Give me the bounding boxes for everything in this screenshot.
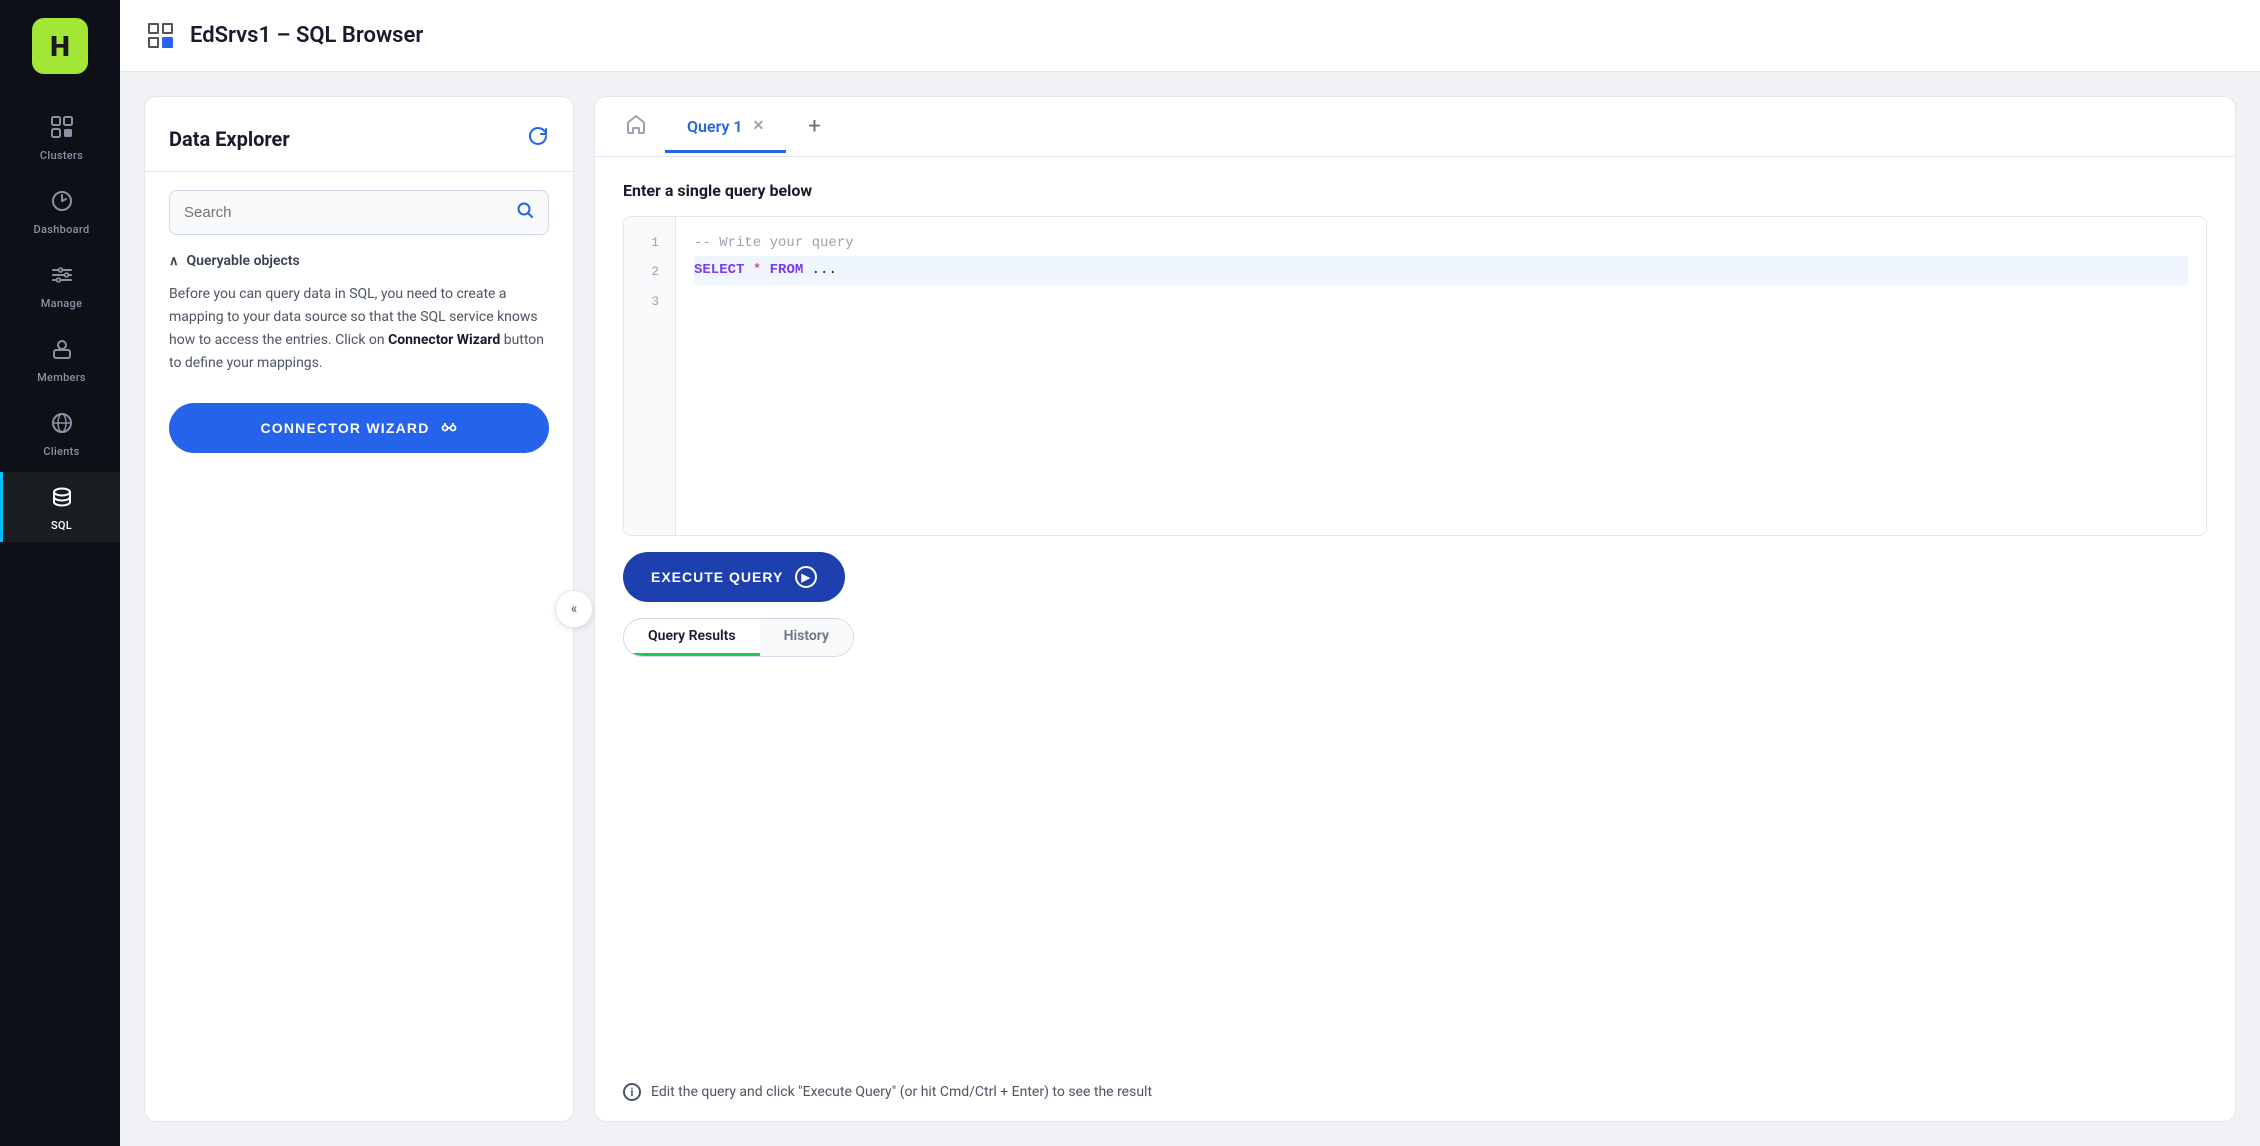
search-input[interactable] bbox=[184, 204, 506, 221]
sidebar-item-clients[interactable]: Clients bbox=[0, 398, 120, 468]
sidebar-item-sql[interactable]: SQL bbox=[0, 472, 120, 542]
sidebar-item-manage[interactable]: Manage bbox=[0, 250, 120, 320]
line-num-1: 1 bbox=[651, 231, 659, 254]
page-title: EdSrvs1 – SQL Browser bbox=[190, 23, 423, 48]
tab-query1-label: Query 1 bbox=[687, 117, 743, 136]
tab-home[interactable] bbox=[607, 97, 665, 156]
tab-add-button[interactable]: + bbox=[790, 98, 838, 155]
code-editor[interactable]: 1 2 3 -- Write your query SELECT * FROM … bbox=[623, 216, 2207, 536]
tab-history[interactable]: History bbox=[760, 619, 853, 656]
info-bar: i Edit the query and click "Execute Quer… bbox=[595, 1083, 2235, 1121]
info-text: Edit the query and click "Execute Query"… bbox=[651, 1084, 1152, 1100]
select-keyword: SELECT bbox=[694, 262, 744, 278]
header-sq4 bbox=[162, 37, 173, 48]
right-panel: Query 1 ✕ + Enter a single query below 1… bbox=[594, 96, 2236, 1122]
sidebar-item-clusters-label: Clusters bbox=[40, 149, 83, 162]
dashboard-icon bbox=[51, 190, 73, 217]
sidebar-item-manage-label: Manage bbox=[41, 297, 83, 310]
left-panel: Data Explorer bbox=[144, 96, 574, 1122]
chevron-up-icon: ∧ bbox=[169, 254, 179, 269]
data-explorer-title: Data Explorer bbox=[169, 125, 549, 153]
sidebar-item-dashboard[interactable]: Dashboard bbox=[0, 176, 120, 246]
tabs-bar: Query 1 ✕ + bbox=[595, 97, 2235, 157]
line-num-3: 3 bbox=[651, 290, 659, 313]
clusters-icon bbox=[51, 116, 73, 143]
execute-query-label: EXECUTE QUERY bbox=[651, 569, 783, 585]
code-comment: -- Write your query bbox=[694, 231, 854, 256]
desc-bold: Connector Wizard bbox=[388, 332, 500, 348]
queryable-desc: Before you can query data in SQL, you ne… bbox=[169, 283, 549, 375]
connector-btn-label: CONNECTOR WIZARD bbox=[260, 420, 429, 436]
sidebar-item-members-label: Members bbox=[37, 371, 86, 384]
from-keyword: FROM bbox=[770, 262, 804, 278]
query-section: Enter a single query below 1 2 3 -- Writ… bbox=[595, 157, 2235, 1083]
main-area: EdSrvs1 – SQL Browser Data Explorer bbox=[120, 0, 2260, 1146]
search-box bbox=[169, 190, 549, 235]
header-sq3 bbox=[148, 37, 159, 48]
header-sq2 bbox=[162, 23, 173, 34]
sql-icon bbox=[51, 486, 73, 513]
code-line-2: SELECT * FROM ... bbox=[694, 256, 2188, 285]
app-logo: H bbox=[0, 0, 120, 92]
manage-icon bbox=[51, 264, 73, 291]
code-content[interactable]: -- Write your query SELECT * FROM ... bbox=[676, 217, 2206, 535]
play-circle-icon: ▶ bbox=[795, 566, 817, 588]
logo-box: H bbox=[32, 18, 88, 74]
data-explorer-label: Data Explorer bbox=[169, 127, 290, 151]
sidebar-item-clients-label: Clients bbox=[43, 445, 79, 458]
info-icon: i bbox=[623, 1083, 641, 1101]
connector-wizard-button[interactable]: CONNECTOR WIZARD bbox=[169, 403, 549, 453]
content-area: Data Explorer bbox=[120, 72, 2260, 1146]
query-section-label: Enter a single query below bbox=[623, 181, 2207, 200]
sidebar-item-sql-label: SQL bbox=[51, 519, 72, 532]
header-sq1 bbox=[148, 23, 159, 34]
members-icon bbox=[51, 338, 73, 365]
execute-query-button[interactable]: EXECUTE QUERY ▶ bbox=[623, 552, 845, 602]
results-tabs: Query Results History bbox=[623, 618, 854, 657]
sidebar-item-clusters[interactable]: Clusters bbox=[0, 102, 120, 172]
sidebar-nav: Clusters Dashboard bbox=[0, 102, 120, 542]
collapse-arrows-icon: « bbox=[571, 601, 578, 617]
code-lines: 1 2 3 -- Write your query SELECT * FROM … bbox=[624, 217, 2206, 535]
asterisk-operator: * bbox=[753, 262, 761, 278]
sidebar-item-members[interactable]: Members bbox=[0, 324, 120, 394]
header-icon bbox=[148, 23, 176, 48]
queryable-header: ∧ Queryable objects bbox=[169, 253, 549, 269]
refresh-button[interactable] bbox=[527, 125, 549, 153]
collapse-panel-button[interactable]: « bbox=[555, 590, 593, 628]
clients-icon bbox=[51, 412, 73, 439]
search-icon bbox=[516, 201, 534, 224]
sidebar: H Clusters Dashboard bbox=[0, 0, 120, 1146]
queryable-section: ∧ Queryable objects Before you can query… bbox=[169, 253, 549, 375]
queryable-label: Queryable objects bbox=[187, 253, 300, 269]
code-line-3 bbox=[694, 285, 2188, 310]
line-numbers: 1 2 3 bbox=[624, 217, 676, 535]
line-num-2: 2 bbox=[651, 260, 659, 283]
tab-query1[interactable]: Query 1 ✕ bbox=[665, 101, 786, 153]
from-rest: ... bbox=[812, 262, 837, 278]
code-line-1: -- Write your query bbox=[694, 231, 2188, 256]
tab-close-button[interactable]: ✕ bbox=[753, 118, 765, 134]
panel-divider bbox=[145, 171, 573, 172]
header: EdSrvs1 – SQL Browser bbox=[120, 0, 2260, 72]
sidebar-item-dashboard-label: Dashboard bbox=[34, 223, 90, 236]
tab-query-results[interactable]: Query Results bbox=[624, 619, 760, 656]
